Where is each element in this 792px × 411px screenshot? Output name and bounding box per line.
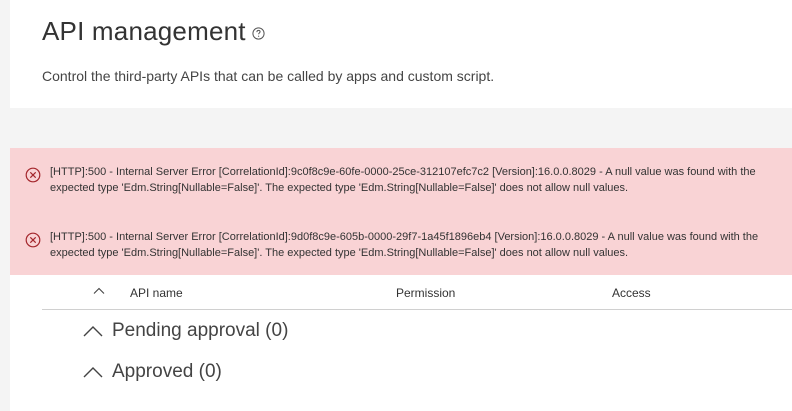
error-text: [HTTP]:500 - Internal Server Error [Corr… <box>50 231 759 259</box>
page-title: API management <box>42 16 246 46</box>
group-label: Pending approval (0) <box>112 320 289 341</box>
main-panel: API management Control the third-party A… <box>10 0 792 411</box>
page-subtitle: Control the third-party APIs that can be… <box>42 68 495 84</box>
column-header-access[interactable]: Access <box>612 286 651 300</box>
column-header-api-name[interactable]: API name <box>130 286 183 300</box>
chevron-up-icon <box>82 324 104 338</box>
page: API management Control the third-party A… <box>0 0 792 411</box>
error-circle-x-icon <box>25 232 41 248</box>
title-row: API management <box>42 16 265 47</box>
error-circle-x-icon <box>25 167 41 183</box>
collapse-all-chevron-up-icon[interactable] <box>92 284 106 298</box>
command-bar-area <box>10 108 792 148</box>
group-header-pending-approval[interactable]: Pending approval (0) <box>82 320 288 342</box>
help-circle-icon[interactable] <box>252 27 265 40</box>
table-header: API name Permission Access <box>42 276 792 310</box>
group-label: Approved (0) <box>112 361 222 382</box>
column-header-permission[interactable]: Permission <box>396 286 455 300</box>
group-header-approved[interactable]: Approved (0) <box>82 361 222 383</box>
error-text: [HTTP]:500 - Internal Server Error [Corr… <box>50 166 756 194</box>
left-gutter <box>0 0 10 411</box>
chevron-up-icon <box>82 365 104 379</box>
page-header: API management Control the third-party A… <box>10 0 792 108</box>
error-message-bar: [HTTP]:500 - Internal Server Error [Corr… <box>10 148 792 275</box>
